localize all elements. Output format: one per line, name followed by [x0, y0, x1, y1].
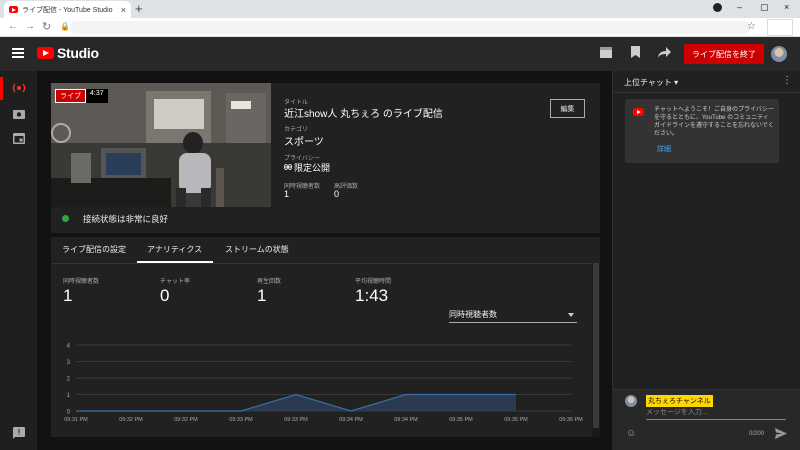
stream-category: スポーツ [284, 137, 324, 148]
stat-value-avg-watch: 1:43 [355, 286, 389, 305]
viewers-label: 同時視聴者数 [284, 184, 321, 190]
stat-value-chat-rate: 0 [160, 286, 170, 305]
chat-username: 丸ちぇろチャンネル [646, 395, 713, 407]
profile-indicator-icon[interactable] [713, 3, 722, 12]
metric-select[interactable]: 同時視聴者数 [449, 309, 577, 323]
x-tick-label: 09:33 PM [284, 417, 308, 423]
tab-divider [51, 263, 600, 264]
x-tick-label: 09:35 PM [449, 417, 473, 423]
studio-logo[interactable]: Studio [37, 45, 99, 61]
stat-label-views: 再生回数 [257, 279, 282, 285]
dropdown-arrow-icon [568, 313, 574, 317]
youtube-favicon-icon [9, 6, 18, 13]
chat-welcome-message: チャットへようこそ！ご自身のプライバシーを守るとともに、YouTube のコミュ… [625, 99, 779, 163]
share-icon[interactable] [658, 47, 671, 58]
calendar-icon[interactable] [13, 132, 25, 144]
category-label: カテゴリ [284, 127, 309, 133]
forward-icon[interactable]: → [25, 21, 35, 32]
send-icon[interactable] [775, 428, 787, 439]
studio-logo-text: Studio [57, 45, 99, 61]
chat-message-input[interactable]: メッセージを入力... [646, 407, 786, 420]
x-tick-label: 09:31 PM [64, 417, 88, 423]
end-stream-button[interactable]: ライブ配信を終了 [684, 44, 764, 64]
metric-select-value: 同時視聴者数 [449, 310, 497, 319]
back-icon[interactable]: ← [8, 21, 18, 32]
y-tick-label: 1 [67, 393, 71, 399]
avatar[interactable] [771, 46, 787, 62]
chat-avatar [625, 395, 637, 407]
welcome-text: チャットへようこそ！ご自身のプライバシーを守るとともに、YouTube のコミュ… [654, 107, 774, 137]
analytics-scrollbar[interactable] [592, 263, 600, 437]
stat-value-viewers: 1 [63, 286, 73, 305]
youtube-logo-icon [633, 108, 644, 116]
connection-status-text: 接続状態は非常に良好 [83, 214, 169, 224]
stat-label-viewers: 同時視聴者数 [63, 279, 100, 285]
lock-icon: 🔒 [60, 22, 70, 31]
x-tick-label: 09:36 PM [559, 417, 583, 423]
chat-mode-select[interactable]: 上位チャット ▾ [624, 77, 678, 88]
likes-value: 0 [334, 189, 340, 199]
char-counter: 0/200 [749, 431, 765, 437]
browser-tab[interactable]: ライブ配信 - YouTube Studio × [4, 1, 131, 18]
y-tick-label: 3 [67, 360, 71, 366]
scrollbar-thumb[interactable] [593, 263, 599, 428]
left-rail [0, 71, 37, 450]
clapperboard-icon[interactable] [600, 47, 612, 58]
hamburger-menu-icon[interactable] [12, 48, 24, 58]
x-tick-label: 09:33 PM [229, 417, 253, 423]
more-options-icon[interactable]: ⋮ [782, 75, 792, 86]
y-tick-label: 0 [67, 410, 71, 416]
link-icon [284, 164, 292, 170]
bookmark-icon[interactable] [631, 46, 640, 58]
stat-label-avg-watch: 平均視聴時間 [355, 279, 392, 285]
url-input[interactable] [70, 21, 750, 34]
stream-privacy: 限定公開 [294, 163, 331, 173]
tab-stream-settings[interactable]: ライブ配信の設定 [62, 244, 126, 255]
youtube-logo-icon [37, 47, 54, 59]
live-badge: ライブ [55, 89, 86, 103]
chat-header: 上位チャット ▾ ⋮ [612, 71, 800, 93]
live-broadcast-icon[interactable] [12, 82, 26, 94]
x-tick-label: 09:35 PM [504, 417, 528, 423]
x-tick-label: 09:34 PM [339, 417, 363, 423]
tab-analytics[interactable]: アナリティクス [147, 244, 202, 255]
edit-button[interactable]: 編集 [550, 99, 585, 118]
series-area [76, 394, 516, 411]
y-tick-label: 2 [67, 377, 71, 383]
stream-duration: 4:37 [86, 89, 108, 103]
chat-mode-label: 上位チャット [624, 78, 672, 87]
x-tick-label: 09:32 PM [174, 417, 198, 423]
maximize-button[interactable]: ▢ [760, 2, 769, 13]
active-tab-indicator [137, 261, 213, 263]
reload-icon[interactable]: ↻ [42, 20, 51, 33]
tab-stream-health[interactable]: ストリームの状態 [225, 244, 289, 255]
studio-header [0, 37, 800, 71]
stream-title: 近江show人 丸ちぇろ のライブ配信 [284, 109, 443, 120]
y-tick-label: 4 [67, 344, 71, 350]
feedback-icon[interactable] [13, 427, 25, 439]
connection-status-dot [62, 215, 69, 222]
extension-area[interactable] [767, 19, 793, 36]
new-tab-button[interactable]: + [135, 1, 143, 16]
viewers-value: 1 [284, 189, 290, 199]
viewers-chart: 0 1 2 3 4 09:31 PM 09:32 PM 09:32 PM 09:33 PM 09:… [64, 344, 583, 424]
stat-label-chat-rate: チャット率 [160, 279, 190, 285]
browser-tab-title: ライブ配信 - YouTube Studio [22, 6, 113, 14]
x-tick-label: 09:34 PM [394, 417, 418, 423]
x-tick-label: 09:32 PM [119, 417, 143, 423]
minimize-button[interactable]: – [737, 2, 742, 12]
details-link[interactable]: 詳細 [657, 144, 671, 154]
close-tab-icon[interactable]: × [121, 5, 126, 15]
stat-value-views: 1 [257, 286, 267, 305]
close-window-button[interactable]: × [784, 2, 789, 12]
live-duration-badge: ライブ 4:37 [55, 89, 108, 103]
emoji-icon[interactable]: ☺ [626, 428, 636, 439]
camera-icon[interactable] [13, 108, 25, 119]
bookmark-star-icon[interactable]: ☆ [747, 21, 756, 32]
